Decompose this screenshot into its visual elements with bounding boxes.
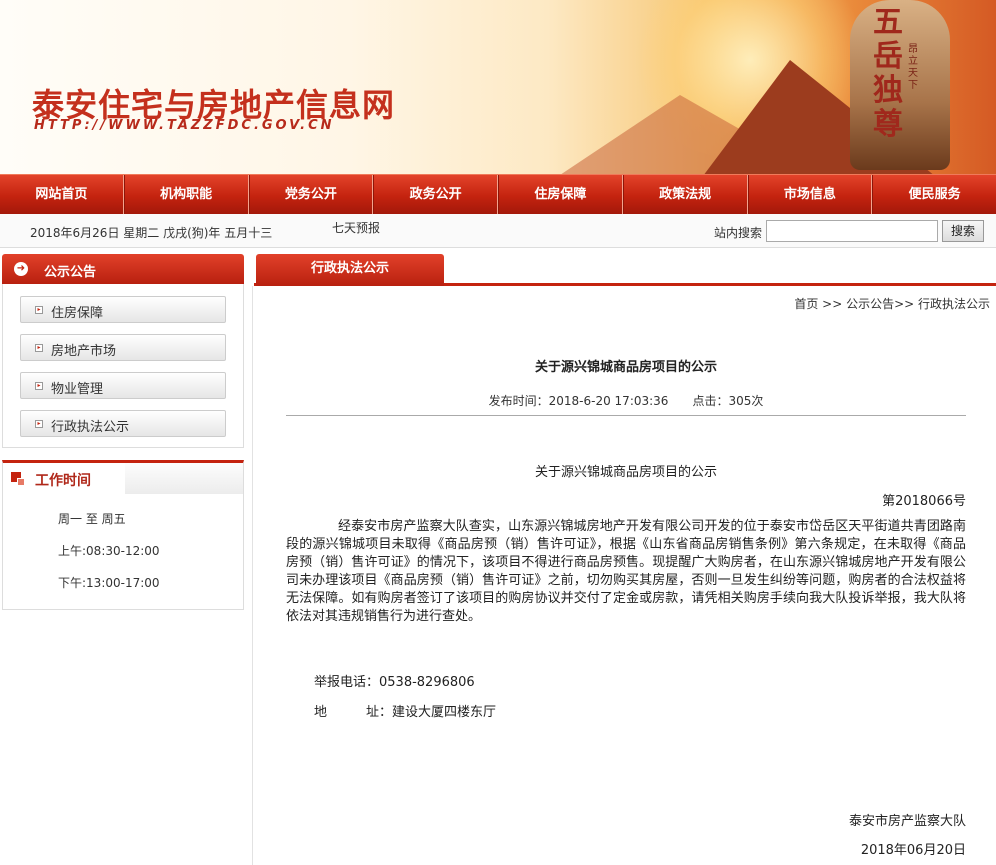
- square-icon: [17, 478, 25, 486]
- title-divider: [286, 415, 966, 416]
- article-title: 关于源兴锦城商品房项目的公示: [534, 360, 717, 375]
- nav-item-policies[interactable]: 政策法规: [622, 175, 748, 214]
- notice-links-box: ▸ 住房保障 ▸ 房地产市场 ▸ 物业管理 ▸ 行政执法公示: [2, 284, 244, 448]
- nav-item-party-affairs[interactable]: 党务公开: [248, 175, 374, 214]
- click-count: 点击：305次: [692, 394, 764, 408]
- issuer-signature: 泰安市房产监察大队: [848, 814, 966, 829]
- bullet-icon: ▸: [35, 420, 43, 428]
- sidebar-item-real-estate-market[interactable]: ▸ 房地产市场: [20, 334, 226, 361]
- report-address: 地 址：建设大厦四楼东厅: [314, 705, 497, 720]
- header-banner: 五岳独尊 昂立天下 泰安住宅与房地产信息网 HTTP://WWW.TAZZFDC…: [0, 0, 996, 174]
- nav-item-functions[interactable]: 机构职能: [123, 175, 249, 214]
- article-meta: 发布时间：2018-6-20 17:03:36 点击：305次: [286, 392, 966, 409]
- arrow-right-icon: ➜: [14, 262, 28, 276]
- bullet-icon: ▸: [35, 382, 43, 390]
- search-label: 站内搜索: [714, 226, 763, 240]
- sidebar-item-label: 物业管理: [51, 382, 104, 397]
- publish-time: 发布时间：2018-6-20 17:03:36: [488, 394, 669, 408]
- notice-section-header: ➜ 公示公告: [2, 254, 244, 284]
- sidebar-item-enforcement-notice[interactable]: ▸ 行政执法公示: [20, 410, 226, 437]
- nav-item-home[interactable]: 网站首页: [0, 175, 124, 214]
- main-divider: [252, 286, 253, 865]
- nav-item-government-affairs[interactable]: 政务公开: [373, 175, 498, 214]
- report-phone: 举报电话：0538-8296806: [314, 675, 475, 690]
- hours-days: 周一 至 周五: [58, 512, 126, 526]
- info-bar: 2018年6月26日 星期二 戊戌(狗)年 五月十三 七天预报 站内搜索 搜索: [0, 214, 996, 248]
- nav-item-services[interactable]: 便民服务: [872, 175, 996, 214]
- hours-section-title: 工作时间: [35, 473, 91, 489]
- sidebar-item-property-management[interactable]: ▸ 物业管理: [20, 372, 226, 399]
- tab-enforcement-notice[interactable]: 行政执法公示: [256, 254, 444, 286]
- site-url: HTTP://WWW.TAZZFDC.GOV.CN: [34, 118, 335, 133]
- banner-rock-inscription: 五岳独尊: [873, 5, 903, 142]
- main-tab-bar: 行政执法公示: [254, 254, 996, 286]
- banner-rock-small-inscription: 昂立天下: [908, 44, 918, 91]
- sidebar-item-label: 行政执法公示: [51, 420, 130, 435]
- main-nav: 网站首页 机构职能 党务公开 政务公开 住房保障 政策法规 市场信息 便民服务: [0, 174, 996, 214]
- sidebar-item-label: 房地产市场: [51, 344, 117, 359]
- nav-item-market-info[interactable]: 市场信息: [747, 175, 873, 214]
- nav-item-housing-security[interactable]: 住房保障: [498, 175, 623, 214]
- current-date: 2018年6月26日 星期二 戊戌(狗)年 五月十三: [30, 226, 273, 240]
- hours-section-header: 工作时间: [2, 460, 244, 494]
- signature-date: 2018年06月20日: [860, 843, 966, 858]
- bullet-icon: ▸: [35, 344, 43, 352]
- bullet-icon: ▸: [35, 306, 43, 314]
- hours-morning: 上午:08:30-12:00: [58, 544, 160, 558]
- hours-box: 周一 至 周五 上午:08:30-12:00 下午:13:00-17:00: [2, 494, 244, 610]
- document-number: 第2018066号: [882, 494, 966, 509]
- sidebar-item-housing-security[interactable]: ▸ 住房保障: [20, 296, 226, 323]
- search-input[interactable]: [766, 220, 938, 242]
- content-title: 关于源兴锦城商品房项目的公示: [534, 465, 717, 480]
- weather-forecast-link[interactable]: 七天预报: [332, 219, 380, 236]
- article-body: 经泰安市房产监察大队查实，山东源兴锦城房地产开发有限公司开发的位于泰安市岱岳区天…: [286, 519, 966, 624]
- notice-section-title: 公示公告: [44, 265, 97, 280]
- search-button[interactable]: 搜索: [942, 220, 984, 242]
- breadcrumb[interactable]: 首页 >> 公示公告>> 行政执法公示: [700, 295, 990, 312]
- hours-afternoon: 下午:13:00-17:00: [58, 576, 160, 590]
- sidebar-item-label: 住房保障: [51, 306, 104, 321]
